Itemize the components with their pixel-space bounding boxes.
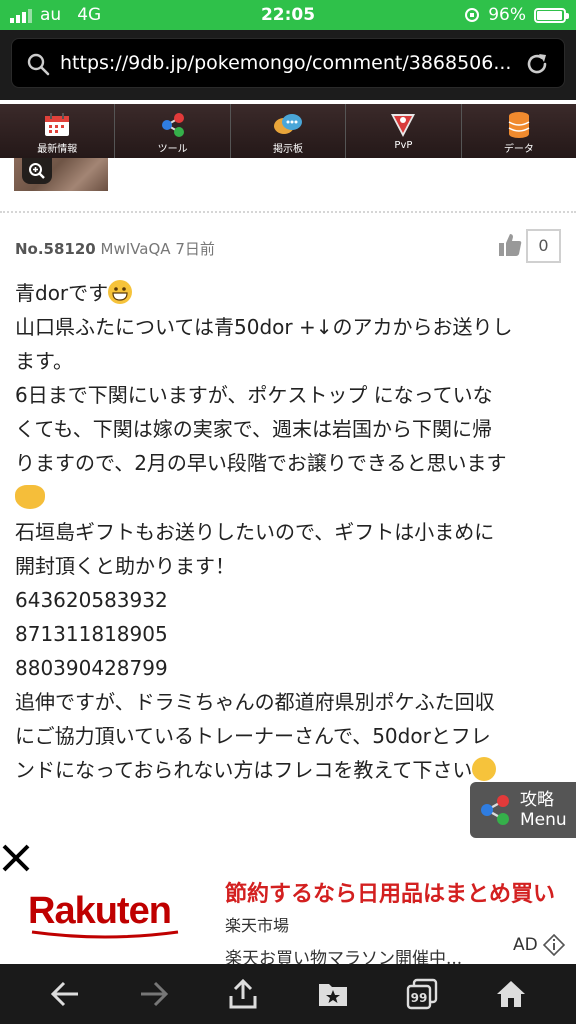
comment-line: 山口県ふたについては青50dor +↓のアカからお送りし <box>15 315 513 340</box>
ad-headline[interactable]: 節約するなら日用品はまとめ買い <box>225 876 555 908</box>
comment-line: にご協力頂いているトレーナーさんで、50dorとフレ <box>15 724 491 749</box>
comment-line: 青dorです <box>15 276 563 310</box>
status-bar: au 4G 22:05 96% <box>0 0 576 30</box>
back-button[interactable] <box>45 974 85 1014</box>
reload-icon[interactable] <box>524 51 550 77</box>
share-icon <box>481 795 509 825</box>
home-icon <box>497 981 526 1007</box>
share-icon <box>161 113 184 137</box>
forward-button[interactable] <box>134 974 174 1014</box>
url-bar[interactable]: https://9db.jp/pokemongo/comment/3868506… <box>11 38 565 88</box>
nav-label: データ <box>503 144 534 155</box>
tabs-count: 99 <box>411 991 428 1005</box>
comment-user-id: MwIVaQA <box>100 240 171 258</box>
comment-line: 871311818905 <box>15 621 168 646</box>
share-button[interactable] <box>223 974 263 1014</box>
ad-close-button[interactable] <box>0 842 32 874</box>
comment-line: 643620583932 <box>15 587 168 612</box>
comment-line: 6日まで下関にいますが、ポケストップ になっていな <box>15 383 493 408</box>
browser-toolbar: 99 <box>0 964 576 1024</box>
nav-item-data[interactable]: データ <box>461 104 576 158</box>
comment-line: りますので、2月の早い段階でお譲りできると思います <box>15 451 507 476</box>
comment-line: くても、下関は嫁の実家で、週末は岩国から下関に帰 <box>15 417 492 442</box>
status-right: 96% <box>464 5 569 25</box>
ad-info-icon <box>542 934 565 956</box>
comment-date: 7日前 <box>175 240 215 258</box>
open-hands-emoji-icon <box>15 484 45 509</box>
back-arrow-icon <box>50 981 78 1007</box>
like-button[interactable] <box>498 232 522 262</box>
ad-brand-logo[interactable]: Rakuten <box>28 890 172 933</box>
ad-label-text: AD <box>513 935 538 955</box>
nav-label: PvP <box>394 140 413 151</box>
nav-item-pvp[interactable]: PvP <box>346 104 462 158</box>
guide-menu-label-line2: Menu <box>520 810 567 830</box>
nav-item-news[interactable]: 最新情報 <box>0 104 116 158</box>
share-upload-icon <box>229 978 257 1009</box>
battery-icon <box>534 7 569 23</box>
home-button[interactable] <box>491 974 531 1014</box>
comment-header: No.58120 MwIVaQA 7日前 <box>15 238 215 259</box>
bookmarks-button[interactable] <box>313 974 353 1014</box>
comment-line <box>15 481 563 515</box>
comment-line: 追伸ですが、ドラミちゃんの都道府県別ポケふた回収 <box>15 690 495 715</box>
comment-body: 青dorです 山口県ふたについては青50dor +↓のアカからお送りし ます。 … <box>15 276 563 787</box>
tabs-icon: 99 <box>406 978 438 1010</box>
comment-divider <box>0 211 576 213</box>
nav-item-tools[interactable]: ツール <box>115 104 231 158</box>
chat-bubbles-icon <box>274 114 303 134</box>
comment-line: 880390428799 <box>15 656 168 681</box>
guide-menu-label: 攻略 Menu <box>520 790 567 830</box>
grinning-face-emoji-icon <box>108 280 133 304</box>
comment-line: 開封頂くと助かります！ <box>15 553 235 578</box>
url-text[interactable]: https://9db.jp/pokemongo/comment/3868506… <box>60 52 515 74</box>
tabs-button[interactable]: 99 <box>402 974 442 1014</box>
zoom-in-icon <box>29 163 45 179</box>
nav-label: ツール <box>157 144 188 155</box>
nav-item-board[interactable]: 掲示板 <box>230 104 347 158</box>
ad-logo-swoosh <box>31 930 179 939</box>
forward-arrow-icon <box>140 981 169 1007</box>
nav-label: 掲示板 <box>273 144 304 155</box>
zoom-button[interactable] <box>22 158 52 184</box>
pvp-shield-icon <box>391 114 416 137</box>
bowing-emoji-icon <box>472 757 497 782</box>
nav-label: 最新情報 <box>37 144 78 155</box>
database-icon <box>508 112 530 138</box>
search-icon <box>27 53 50 76</box>
ad-shop-name: 楽天市場 <box>225 916 290 935</box>
attached-image-thumbnail[interactable] <box>14 158 108 191</box>
rotation-lock-icon <box>465 8 480 22</box>
comment-number[interactable]: No.58120 <box>15 240 96 258</box>
guide-menu-label-line1: 攻略 <box>520 790 554 810</box>
comment-line: ます。 <box>15 349 73 374</box>
ad-label[interactable]: AD <box>513 934 565 956</box>
battery-percent: 96% <box>488 5 526 25</box>
site-nav: 最新情報 ツール 掲示板 PvP データ <box>0 104 576 158</box>
thumbs-up-icon <box>499 234 522 256</box>
bookmark-star-icon <box>318 984 347 1006</box>
comment-line: 石垣島ギフトもお送りしたいので、ギフトは小まめに <box>15 519 495 544</box>
like-count: 0 <box>526 229 561 263</box>
calendar-icon <box>45 113 70 136</box>
guide-menu-button[interactable]: 攻略 Menu <box>470 782 576 838</box>
close-icon <box>2 844 30 872</box>
browser-url-area: https://9db.jp/pokemongo/comment/3868506… <box>0 30 576 100</box>
